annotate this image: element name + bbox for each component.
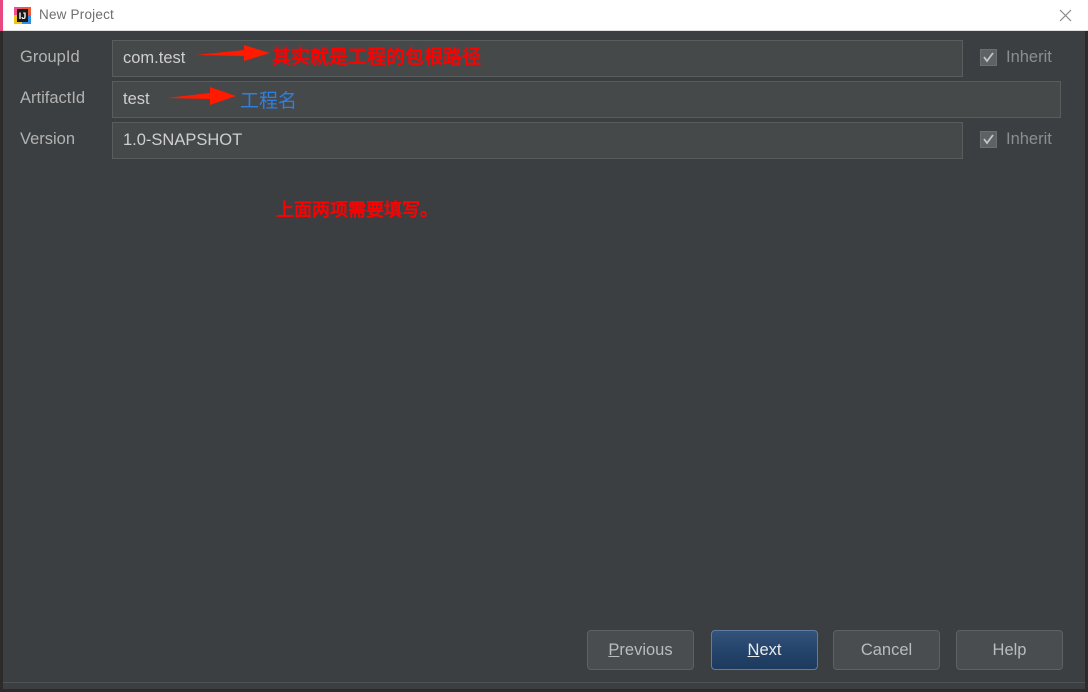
groupid-label: GroupId bbox=[20, 48, 80, 66]
svg-text:IJ: IJ bbox=[19, 11, 27, 21]
artifactid-value: test bbox=[123, 90, 150, 108]
groupid-value: com.test bbox=[123, 49, 186, 67]
intellij-idea-icon: IJ bbox=[14, 7, 31, 24]
previous-button-label: revious bbox=[619, 640, 673, 659]
red-arrow-right-icon bbox=[196, 42, 272, 69]
dialog-button-bar: Previous Next Cancel Help bbox=[0, 630, 1088, 676]
help-button-label: Help bbox=[992, 640, 1027, 659]
bottom-divider bbox=[3, 682, 1085, 683]
title-bar: IJ New Project bbox=[0, 0, 1088, 31]
annotation-groupid-text: 其实就是工程的包根路径 bbox=[272, 46, 482, 68]
next-button[interactable]: Next bbox=[711, 630, 818, 670]
version-input[interactable]: 1.0-SNAPSHOT bbox=[112, 122, 963, 159]
annotation-note-text: 上面两项需要填写。 bbox=[276, 200, 438, 221]
version-inherit-label: Inherit bbox=[1006, 130, 1052, 148]
close-icon[interactable] bbox=[1042, 0, 1088, 31]
new-project-dialog: IJ New Project GroupId com.test Inherit bbox=[0, 0, 1088, 692]
groupid-inherit-checkbox-group[interactable]: Inherit bbox=[980, 48, 1080, 70]
annotation-artifactid-text: 工程名 bbox=[240, 90, 298, 112]
window-title: New Project bbox=[39, 7, 114, 22]
red-arrow-right-icon bbox=[166, 85, 238, 112]
help-button[interactable]: Help bbox=[956, 630, 1063, 670]
field-row-groupid: GroupId com.test Inherit bbox=[0, 40, 1088, 77]
version-label: Version bbox=[20, 130, 76, 148]
cancel-button-label: Cancel bbox=[860, 640, 913, 659]
version-inherit-checkbox-group[interactable]: Inherit bbox=[980, 130, 1080, 152]
previous-button[interactable]: Previous bbox=[587, 630, 694, 670]
groupid-inherit-label: Inherit bbox=[1006, 48, 1052, 66]
cancel-button[interactable]: Cancel bbox=[833, 630, 940, 670]
version-value: 1.0-SNAPSHOT bbox=[123, 131, 243, 149]
artifactid-label: ArtifactId bbox=[20, 89, 86, 107]
window-accent-stripe bbox=[0, 0, 3, 31]
checkbox-icon[interactable] bbox=[980, 49, 997, 66]
checkbox-icon[interactable] bbox=[980, 131, 997, 148]
next-button-mnemonic: N bbox=[747, 640, 760, 659]
field-row-artifactid: ArtifactId test bbox=[0, 81, 1088, 118]
previous-button-mnemonic: P bbox=[608, 640, 620, 659]
next-button-label: ext bbox=[759, 640, 782, 659]
field-row-version: Version 1.0-SNAPSHOT Inherit bbox=[0, 122, 1088, 159]
